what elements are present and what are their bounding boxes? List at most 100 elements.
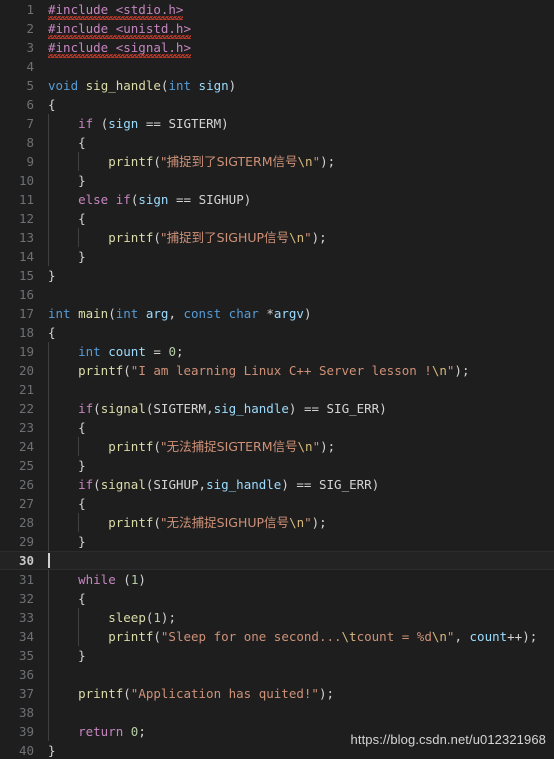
- code-line[interactable]: 23 {: [0, 418, 554, 437]
- code-line-content[interactable]: if(signal(SIGTERM,sig_handle) == SIG_ERR…: [40, 399, 554, 418]
- code-line[interactable]: 14 }: [0, 247, 554, 266]
- code-line-content[interactable]: if(signal(SIGHUP,sig_handle) == SIG_ERR): [40, 475, 554, 494]
- code-line[interactable]: 1 #include <stdio.h>: [0, 0, 554, 20]
- code-line[interactable]: 19 int count = 0;: [0, 342, 554, 361]
- code-line-content[interactable]: }: [40, 532, 554, 551]
- code-line-content[interactable]: #include <signal.h>: [40, 38, 554, 58]
- code-line[interactable]: 32 {: [0, 589, 554, 608]
- token: "捕捉到了SIGTERM信号: [160, 154, 298, 169]
- code-line[interactable]: 25 }: [0, 456, 554, 475]
- code-line-content[interactable]: [40, 380, 554, 399]
- code-line-content[interactable]: else if(sign == SIGHUP): [40, 190, 554, 209]
- code-line[interactable]: 20 printf("I am learning Linux C++ Serve…: [0, 361, 554, 380]
- code-line[interactable]: 4: [0, 57, 554, 76]
- code-line-content[interactable]: [40, 551, 554, 570]
- code-line-content[interactable]: printf("Sleep for one second...\tcount =…: [40, 627, 554, 646]
- code-line[interactable]: 24 printf("无法捕捉SIGTERM信号\n");: [0, 437, 554, 456]
- token: ;: [175, 344, 184, 359]
- token: ,: [198, 477, 207, 492]
- code-line[interactable]: 33 sleep(1);: [0, 608, 554, 627]
- code-line[interactable]: 7 if (sign == SIGTERM): [0, 114, 554, 133]
- code-line-content[interactable]: while (1): [40, 570, 554, 589]
- code-line-content[interactable]: printf("I am learning Linux C++ Server l…: [40, 361, 554, 380]
- code-line[interactable]: 18 {: [0, 323, 554, 342]
- code-line[interactable]: 2 #include <unistd.h>: [0, 19, 554, 39]
- code-line-content[interactable]: sleep(1);: [40, 608, 554, 627]
- code-line[interactable]: 34 printf("Sleep for one second...\tcoun…: [0, 627, 554, 646]
- token: SIGHUP: [153, 477, 199, 492]
- code-line[interactable]: 22 if(signal(SIGTERM,sig_handle) == SIG_…: [0, 399, 554, 418]
- code-line-content[interactable]: printf("捕捉到了SIGHUP信号\n");: [40, 228, 554, 247]
- code-line[interactable]: 15}: [0, 266, 554, 285]
- code-line[interactable]: 36: [0, 665, 554, 684]
- code-line-content[interactable]: printf("无法捕捉SIGHUP信号\n");: [40, 513, 554, 532]
- code-line[interactable]: 38: [0, 703, 554, 722]
- code-line[interactable]: 8 {: [0, 133, 554, 152]
- code-line[interactable]: 16: [0, 285, 554, 304]
- code-line-content[interactable]: {: [40, 494, 554, 513]
- code-tokens: {: [48, 135, 86, 150]
- code-line[interactable]: 29 }: [0, 532, 554, 551]
- code-line-content[interactable]: }: [40, 247, 554, 266]
- token: printf: [108, 439, 154, 454]
- code-line-content[interactable]: printf("无法捕捉SIGTERM信号\n");: [40, 437, 554, 456]
- code-line-content[interactable]: }: [40, 456, 554, 475]
- code-line-content[interactable]: }: [40, 171, 554, 190]
- code-line-content[interactable]: int main(int arg, const char *argv): [40, 304, 554, 323]
- token: ": [304, 230, 312, 245]
- code-line[interactable]: 28 printf("无法捕捉SIGHUP信号\n");: [0, 513, 554, 532]
- code-tokens: }: [48, 249, 86, 264]
- code-line-content[interactable]: {: [40, 133, 554, 152]
- code-line[interactable]: 27 {: [0, 494, 554, 513]
- line-number: 35: [18, 648, 34, 663]
- code-line-content[interactable]: printf("Application has quited!");: [40, 684, 554, 703]
- code-line-content[interactable]: [40, 703, 554, 722]
- code-line[interactable]: 37 printf("Application has quited!");: [0, 684, 554, 703]
- code-line[interactable]: 13 printf("捕捉到了SIGHUP信号\n");: [0, 228, 554, 247]
- code-line[interactable]: 31 while (1): [0, 570, 554, 589]
- code-line-content[interactable]: if (sign == SIGTERM): [40, 114, 554, 133]
- code-line[interactable]: 12 {: [0, 209, 554, 228]
- code-line-content[interactable]: [40, 57, 554, 76]
- code-tokens: printf("Sleep for one second...\tcount =…: [48, 629, 537, 644]
- code-line-content[interactable]: printf("捕捉到了SIGTERM信号\n");: [40, 152, 554, 171]
- code-line-content[interactable]: {: [40, 209, 554, 228]
- code-line[interactable]: 17 int main(int arg, const char *argv): [0, 304, 554, 323]
- code-line-content[interactable]: {: [40, 323, 554, 342]
- code-line[interactable]: 9 printf("捕捉到了SIGTERM信号\n");: [0, 152, 554, 171]
- code-editor[interactable]: 1 #include <stdio.h> 2 #include <unistd.h> 3…: [0, 0, 554, 759]
- code-line-content[interactable]: #include <stdio.h>: [40, 0, 554, 20]
- code-line-content[interactable]: [40, 665, 554, 684]
- code-line-content[interactable]: {: [40, 418, 554, 437]
- code-line-active[interactable]: 30: [0, 551, 554, 570]
- code-line-content[interactable]: {: [40, 589, 554, 608]
- code-tokens: }: [48, 268, 56, 283]
- code-line[interactable]: 5 void sig_handle(int sign): [0, 76, 554, 95]
- code-line[interactable]: 21: [0, 380, 554, 399]
- code-line[interactable]: 6{: [0, 95, 554, 114]
- code-line-content[interactable]: [40, 285, 554, 304]
- line-number: 2: [26, 21, 34, 36]
- token: ,: [454, 629, 470, 644]
- code-line[interactable]: 35 }: [0, 646, 554, 665]
- token: if: [78, 477, 94, 492]
- token: else: [78, 192, 109, 207]
- token: ): [228, 78, 237, 93]
- code-line-content[interactable]: {: [40, 95, 554, 114]
- token: SIG_ERR: [319, 477, 372, 492]
- code-line[interactable]: 11 else if(sign == SIGHUP): [0, 190, 554, 209]
- code-lines-container[interactable]: 1 #include <stdio.h> 2 #include <unistd.h> 3…: [0, 0, 554, 759]
- code-line-content[interactable]: void sig_handle(int sign): [40, 76, 554, 95]
- code-line-content[interactable]: }: [40, 266, 554, 285]
- code-line[interactable]: 26 if(signal(SIGHUP,sig_handle) == SIG_E…: [0, 475, 554, 494]
- code-line-content[interactable]: #include <unistd.h>: [40, 19, 554, 39]
- code-line[interactable]: 3 #include <signal.h>: [0, 38, 554, 58]
- code-line-content[interactable]: int count = 0;: [40, 342, 554, 361]
- code-line-content[interactable]: }: [40, 646, 554, 665]
- code-line[interactable]: 10 }: [0, 171, 554, 190]
